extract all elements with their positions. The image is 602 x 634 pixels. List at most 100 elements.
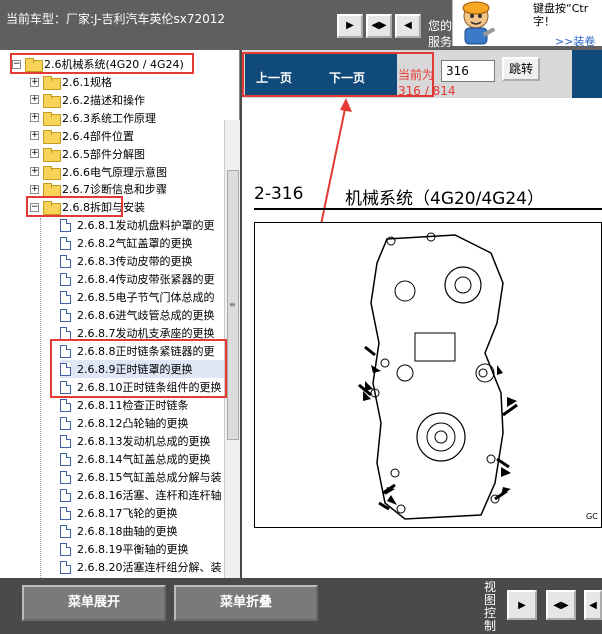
current-page-label: 当前为 — [398, 68, 435, 82]
tree-item-row[interactable]: 2.6.8.17飞轮的更换 — [60, 504, 224, 522]
folder-icon — [43, 183, 61, 198]
document-icon — [60, 380, 71, 394]
document-icon — [60, 326, 71, 340]
tree-section-label: 2.6.6电气原理示意图 — [62, 165, 167, 179]
document-icon — [60, 272, 71, 286]
tree-item-row[interactable]: 2.6.8.6进气歧管总成的更换 — [60, 306, 224, 324]
tree-section-row[interactable]: +2.6.7诊断信息和步骤 — [30, 180, 167, 198]
tree-item-row[interactable]: 2.6.8.18曲轴的更换 — [60, 522, 224, 540]
tree-item-row[interactable]: 2.6.8.1发动机盘料护罩的更 — [60, 216, 224, 234]
expand-icon[interactable]: + — [30, 77, 39, 87]
page-number-input[interactable] — [441, 60, 495, 82]
timing-cover-drawing — [358, 232, 518, 520]
tree-item-row[interactable]: 2.6.8.9正时链罩的更换 — [60, 360, 224, 378]
collapse-icon[interactable]: − — [30, 202, 39, 212]
next-page-link[interactable]: 下一页 — [329, 69, 365, 86]
hint-link[interactable]: >>装卷 — [555, 33, 595, 49]
tree-section-label: 2.6.1规格 — [62, 76, 112, 89]
tree-section-label: 2.6.5部件分解图 — [62, 147, 145, 161]
collapse-menu-button[interactable]: 菜单折叠 — [174, 585, 318, 621]
tree-item-label: 2.6.8.5电子节气门体总成的 — [77, 291, 215, 304]
hint-panel: 键盘按“Ctr 字！ >>装卷 — [452, 0, 602, 49]
tree-item-label: 2.6.8.12凸轮轴的更换 — [77, 417, 189, 430]
expand-icon[interactable]: + — [30, 167, 39, 176]
tree-section-row[interactable]: − 2.6.8拆卸与安装 — [30, 198, 145, 216]
tree-item-row[interactable]: 2.6.8.16活塞、连杆和连杆轴 — [60, 486, 224, 504]
document-icon — [60, 254, 71, 268]
tree-item-label: 2.6.8.18曲轴的更换 — [77, 525, 178, 538]
tree-item-label: 2.6.8.19平衡轴的更换 — [77, 543, 189, 556]
tree-section-label: 2.6.7诊断信息和步骤 — [62, 183, 167, 197]
tree-item-row[interactable]: 2.6.8.15气缸盖总成分解与装 — [60, 468, 224, 486]
tree-item-label: 2.6.8.17飞轮的更换 — [77, 507, 178, 520]
expand-icon[interactable]: + — [30, 113, 39, 123]
previous-page-link[interactable]: 上一页 — [256, 69, 292, 86]
tree-item-label: 2.6.8.8正时链条紧链器的更 — [77, 345, 215, 358]
nav-toggle-button[interactable]: ◀▶ — [366, 14, 392, 38]
document-icon — [60, 560, 71, 574]
tree-item-label: 2.6.8.15气缸盖总成分解与装 — [77, 471, 222, 484]
tree-section-label: 2.6.4部件位置 — [62, 129, 134, 143]
document-icon — [60, 218, 71, 232]
tree-item-row[interactable]: 2.6.8.11检查正时链条 — [60, 396, 224, 414]
play-right-icon: ▶ — [346, 20, 354, 31]
folder-open-icon — [25, 58, 43, 72]
tree-item-row[interactable]: 2.6.8.10正时链条组件的更换 — [60, 378, 224, 396]
tree-section-row[interactable]: +2.6.3系统工作原理 — [30, 109, 156, 127]
tree-item-row[interactable]: 2.6.8.8正时链条紧链器的更 — [60, 342, 224, 360]
tree-item-row[interactable]: 2.6.8.4传动皮带张紧器的更 — [60, 270, 224, 288]
document-icon — [60, 236, 71, 250]
document-icon — [60, 470, 71, 484]
view-forward-button[interactable]: ▶ — [507, 590, 537, 620]
tree-item-label: 2.6.8.11检查正时链条 — [77, 399, 189, 412]
tree-item-label: 2.6.8.7发动机支承座的更换 — [77, 327, 215, 340]
expand-menu-button[interactable]: 菜单展开 — [22, 585, 166, 621]
document-icon — [60, 290, 71, 304]
collapse-icon[interactable]: − — [12, 59, 21, 69]
tree-item-row[interactable]: 2.6.8.14气缸盖总成的更换 — [60, 450, 224, 468]
tree-section-row[interactable]: +2.6.1规格 — [30, 73, 112, 91]
view-back-button[interactable]: ◀ — [584, 590, 602, 620]
view-toggle-button[interactable]: ◀▶ — [546, 590, 576, 620]
expand-icon[interactable]: + — [30, 149, 39, 159]
document-icon — [60, 344, 71, 358]
tree-section-row[interactable]: +2.6.5部件分解图 — [30, 145, 145, 163]
split-arrows-icon: ◀▶ — [371, 20, 387, 31]
tree-item-row[interactable]: 2.6.8.3传动皮带的更换 — [60, 252, 224, 270]
expand-icon[interactable]: + — [30, 95, 39, 105]
tree-item-row[interactable]: 2.6.8.20活塞连杆组分解、装 — [60, 558, 224, 576]
tree-item-row[interactable]: 2.6.8.2气缸盖罩的更换 — [60, 234, 224, 252]
nav-forward-button[interactable]: ▶ — [337, 14, 363, 38]
tree-item-row[interactable]: 2.6.8.13发动机总成的更换 — [60, 432, 224, 450]
current-page-value: 316 / 814 — [398, 84, 456, 98]
viewer-top-strip — [572, 50, 602, 98]
tree-root-row[interactable]: − 2.6机械系统(4G20 / 4G24) — [12, 55, 184, 73]
tree-item-label: 2.6.8.3传动皮带的更换 — [77, 255, 193, 268]
document-icon — [60, 452, 71, 466]
folder-icon — [43, 147, 61, 162]
split-arrows-icon: ◀▶ — [553, 599, 569, 611]
tree-item-row[interactable]: 2.6.8.19平衡轴的更换 — [60, 540, 224, 558]
goto-page-button[interactable]: 跳转 — [502, 57, 540, 81]
expand-icon[interactable]: + — [30, 184, 39, 194]
tree-item-row[interactable]: 2.6.8.7发动机支承座的更换 — [60, 324, 224, 342]
folder-icon — [43, 93, 61, 108]
title-rule — [254, 208, 602, 210]
document-icon — [60, 488, 71, 502]
view-control-label: 视图控制 — [484, 580, 497, 633]
tree-item-label: 2.6.8.1发动机盘料护罩的更 — [77, 219, 215, 232]
tree-section-row[interactable]: +2.6.6电气原理示意图 — [30, 163, 167, 181]
tree-item-label: 2.6.8.2气缸盖罩的更换 — [77, 237, 193, 250]
document-icon — [60, 398, 71, 412]
expand-icon[interactable]: + — [30, 131, 39, 141]
document-icon — [60, 434, 71, 448]
tree-section-row[interactable]: +2.6.4部件位置 — [30, 127, 134, 145]
document-page-number: 2-316 — [254, 184, 304, 204]
folder-icon — [43, 201, 61, 216]
tree-section-row[interactable]: +2.6.2描述和操作 — [30, 91, 145, 109]
document-title: 机械系统（4G20/4G24） — [345, 189, 544, 209]
document-icon — [60, 542, 71, 556]
nav-back-button[interactable]: ◀ — [395, 14, 421, 38]
tree-item-row[interactable]: 2.6.8.12凸轮轴的更换 — [60, 414, 224, 432]
tree-item-row[interactable]: 2.6.8.5电子节气门体总成的 — [60, 288, 224, 306]
